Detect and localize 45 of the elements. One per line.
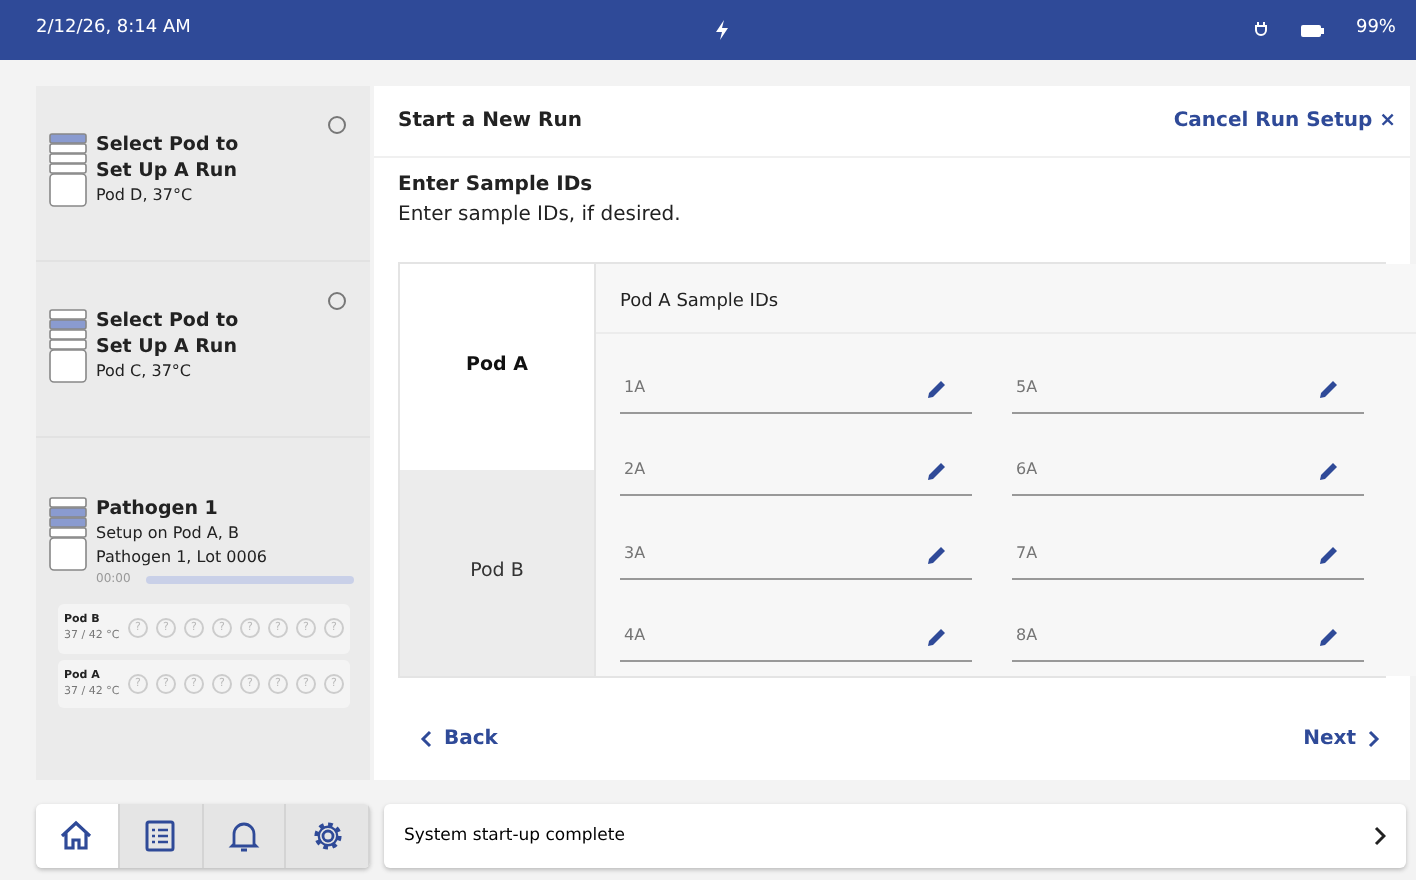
section-heading: Enter Sample IDs: [398, 172, 595, 200]
radio-button[interactable]: [328, 116, 346, 134]
pod-subtitle: Pod D, 37°C: [96, 184, 195, 208]
page-title: Start a New Run: [398, 108, 582, 136]
pod-tab[interactable]: Pod B: [400, 470, 594, 676]
home-icon: [58, 818, 95, 854]
notification-bar[interactable]: System start-up complete: [384, 804, 1406, 868]
clock-text: 2/12/26, 8:14 AM: [36, 16, 191, 43]
nav-button[interactable]: [203, 804, 287, 868]
pencil-icon[interactable]: [1318, 626, 1340, 648]
lightning-icon: [716, 20, 729, 40]
pod-subtitle: Pod C, 37°C: [96, 360, 193, 384]
pod-title: Select Pod to Set Up A Run: [96, 308, 241, 360]
pencil-icon[interactable]: [926, 460, 948, 482]
nav-button[interactable]: [119, 804, 203, 868]
pod-icon: [48, 308, 88, 384]
pencil-icon[interactable]: [1318, 377, 1340, 399]
list-icon: [142, 818, 179, 854]
battery-text: 99%: [1355, 16, 1396, 43]
pod-icon: [48, 496, 88, 572]
chevron-right-icon: [1368, 729, 1380, 748]
settings-icon: [309, 818, 346, 854]
pencil-icon[interactable]: [926, 377, 948, 399]
pencil-icon[interactable]: [1318, 543, 1340, 565]
run-detail: Pathogen 1, Lot 0006: [96, 546, 270, 570]
nav-button[interactable]: [36, 804, 120, 868]
next-button[interactable]: Next: [1301, 722, 1382, 756]
chevron-right-icon: [1374, 826, 1386, 846]
chevron-left-icon: [420, 729, 432, 748]
back-button[interactable]: Back: [418, 722, 500, 756]
cancel-button[interactable]: Cancel Run Setup ×: [1171, 104, 1398, 138]
panel-title: Pod A Sample IDs: [620, 292, 779, 312]
pencil-icon[interactable]: [1318, 460, 1340, 482]
pod-icon: [48, 132, 88, 208]
plug-icon: [1253, 22, 1268, 38]
run-subtitle: Setup on Pod A, B: [96, 522, 241, 546]
bell-icon: [225, 818, 262, 854]
run-title: Pathogen 1: [96, 496, 220, 522]
nav-button[interactable]: [286, 804, 370, 868]
pencil-icon[interactable]: [926, 626, 948, 648]
battery-icon: [1299, 23, 1324, 37]
pencil-icon[interactable]: [926, 543, 948, 565]
pod-title: Select Pod to Set Up A Run: [96, 132, 241, 184]
radio-button[interactable]: [328, 292, 346, 310]
section-hint: Enter sample IDs, if desired.: [398, 202, 683, 230]
